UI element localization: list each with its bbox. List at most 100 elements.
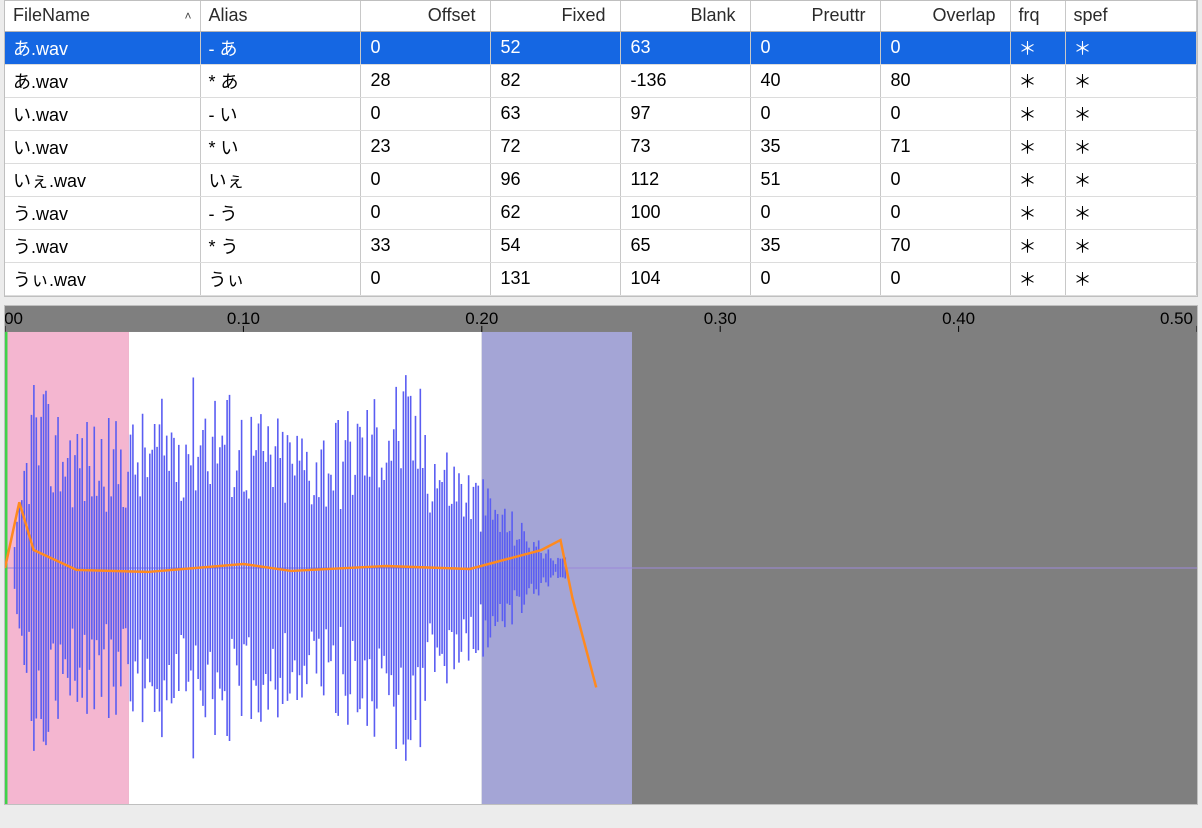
cell-blank[interactable]: 65	[620, 229, 750, 262]
cell-alias[interactable]: * う	[200, 229, 360, 262]
cell-frq[interactable]: ＊	[1010, 97, 1065, 130]
col-spef[interactable]: spef	[1065, 1, 1197, 31]
cell-spef[interactable]: ＊	[1065, 163, 1197, 196]
col-frq[interactable]: frq	[1010, 1, 1065, 31]
table-row[interactable]: いぇ.wavいぇ096112510＊＊	[5, 163, 1197, 196]
cell-offset[interactable]: 23	[360, 130, 490, 163]
col-filename[interactable]: FileName ˄	[5, 1, 200, 31]
cell-overlap[interactable]: 0	[880, 97, 1010, 130]
spef-star-icon: ＊	[1074, 138, 1092, 158]
col-overlap[interactable]: Overlap	[880, 1, 1010, 31]
cell-fixed[interactable]: 62	[490, 196, 620, 229]
cell-overlap[interactable]: 0	[880, 196, 1010, 229]
cell-preuttr[interactable]: 0	[750, 262, 880, 295]
cell-alias[interactable]: いぇ	[200, 163, 360, 196]
cell-filename[interactable]: い.wav	[5, 130, 200, 163]
cell-alias[interactable]: - う	[200, 196, 360, 229]
cell-filename[interactable]: いぇ.wav	[5, 163, 200, 196]
time-tick-label: 0.50	[1160, 308, 1193, 327]
cell-blank[interactable]: 112	[620, 163, 750, 196]
cell-alias[interactable]: * い	[200, 130, 360, 163]
cell-fixed[interactable]: 96	[490, 163, 620, 196]
table-row[interactable]: うぃ.wavうぃ013110400＊＊	[5, 262, 1197, 295]
cell-spef[interactable]: ＊	[1065, 229, 1197, 262]
cell-filename[interactable]: う.wav	[5, 229, 200, 262]
col-spef-label: spef	[1074, 5, 1108, 25]
cell-overlap[interactable]: 0	[880, 31, 1010, 64]
table-row[interactable]: う.wav- う06210000＊＊	[5, 196, 1197, 229]
cell-fixed[interactable]: 63	[490, 97, 620, 130]
cell-alias[interactable]: - あ	[200, 31, 360, 64]
cell-preuttr[interactable]: 40	[750, 64, 880, 97]
cell-alias[interactable]: うぃ	[200, 262, 360, 295]
cell-blank[interactable]: 73	[620, 130, 750, 163]
cell-fixed[interactable]: 131	[490, 262, 620, 295]
cell-blank[interactable]: 97	[620, 97, 750, 130]
cell-overlap[interactable]: 70	[880, 229, 1010, 262]
frq-star-icon: ＊	[1019, 270, 1037, 290]
cell-fixed[interactable]: 54	[490, 229, 620, 262]
frq-star-icon: ＊	[1019, 171, 1037, 191]
cell-frq[interactable]: ＊	[1010, 262, 1065, 295]
col-fixed[interactable]: Fixed	[490, 1, 620, 31]
time-tick-label: 0.40	[942, 308, 975, 327]
cell-preuttr[interactable]: 35	[750, 229, 880, 262]
cell-preuttr[interactable]: 0	[750, 196, 880, 229]
col-alias[interactable]: Alias	[200, 1, 360, 31]
cell-filename[interactable]: う.wav	[5, 196, 200, 229]
cell-preuttr[interactable]: 35	[750, 130, 880, 163]
table-row[interactable]: い.wav* い2372733571 ＊ ＊	[5, 130, 1197, 163]
cell-overlap[interactable]: 71	[880, 130, 1010, 163]
frq-star-icon: ＊	[1019, 138, 1037, 158]
cell-blank[interactable]: 100	[620, 196, 750, 229]
cell-overlap[interactable]: 80	[880, 64, 1010, 97]
cell-blank[interactable]: -136	[620, 64, 750, 97]
cell-offset[interactable]: 0	[360, 262, 490, 295]
cell-offset[interactable]: 28	[360, 64, 490, 97]
waveform-panel[interactable]: 0.000.100.200.300.400.50	[4, 305, 1198, 805]
spef-star-icon: ＊	[1074, 270, 1092, 290]
cell-filename[interactable]: うぃ.wav	[5, 262, 200, 295]
cell-alias[interactable]: - い	[200, 97, 360, 130]
cell-fixed[interactable]: 82	[490, 64, 620, 97]
cell-spef[interactable]: ＊	[1065, 196, 1197, 229]
cell-spef[interactable]: ＊	[1065, 130, 1197, 163]
cell-spef[interactable]: ＊	[1065, 262, 1197, 295]
cell-fixed[interactable]: 72	[490, 130, 620, 163]
cell-offset[interactable]: 0	[360, 196, 490, 229]
cell-blank[interactable]: 104	[620, 262, 750, 295]
table-row[interactable]: あ.wav- あ0526300＊＊	[5, 31, 1197, 64]
cell-spef[interactable]: ＊	[1065, 97, 1197, 130]
cell-frq[interactable]: ＊	[1010, 229, 1065, 262]
cell-overlap[interactable]: 0	[880, 163, 1010, 196]
cell-overlap[interactable]: 0	[880, 262, 1010, 295]
cell-blank[interactable]: 63	[620, 31, 750, 64]
cell-alias[interactable]: * あ	[200, 64, 360, 97]
col-blank[interactable]: Blank	[620, 1, 750, 31]
col-preuttr[interactable]: Preuttr	[750, 1, 880, 31]
cell-frq[interactable]: ＊	[1010, 64, 1065, 97]
cell-filename[interactable]: あ.wav	[5, 64, 200, 97]
cell-frq[interactable]: ＊	[1010, 196, 1065, 229]
cell-spef[interactable]: ＊	[1065, 64, 1197, 97]
col-blank-label: Blank	[690, 5, 735, 25]
table-row[interactable]: う.wav* う3354653570＊＊	[5, 229, 1197, 262]
cell-preuttr[interactable]: 0	[750, 97, 880, 130]
cell-offset[interactable]: 0	[360, 163, 490, 196]
cell-frq[interactable]: ＊	[1010, 31, 1065, 64]
cell-offset[interactable]: 0	[360, 97, 490, 130]
cell-filename[interactable]: あ.wav	[5, 31, 200, 64]
cell-spef[interactable]: ＊	[1065, 31, 1197, 64]
cell-offset[interactable]: 0	[360, 31, 490, 64]
cell-frq[interactable]: ＊	[1010, 130, 1065, 163]
table-row[interactable]: あ.wav* あ2882-1364080＊＊	[5, 64, 1197, 97]
cell-frq[interactable]: ＊	[1010, 163, 1065, 196]
table-row[interactable]: い.wav- い0639700＊＊	[5, 97, 1197, 130]
cell-offset[interactable]: 33	[360, 229, 490, 262]
cell-fixed[interactable]: 52	[490, 31, 620, 64]
cell-preuttr[interactable]: 0	[750, 31, 880, 64]
cell-filename[interactable]: い.wav	[5, 97, 200, 130]
col-offset-label: Offset	[428, 5, 476, 25]
col-offset[interactable]: Offset	[360, 1, 490, 31]
cell-preuttr[interactable]: 51	[750, 163, 880, 196]
